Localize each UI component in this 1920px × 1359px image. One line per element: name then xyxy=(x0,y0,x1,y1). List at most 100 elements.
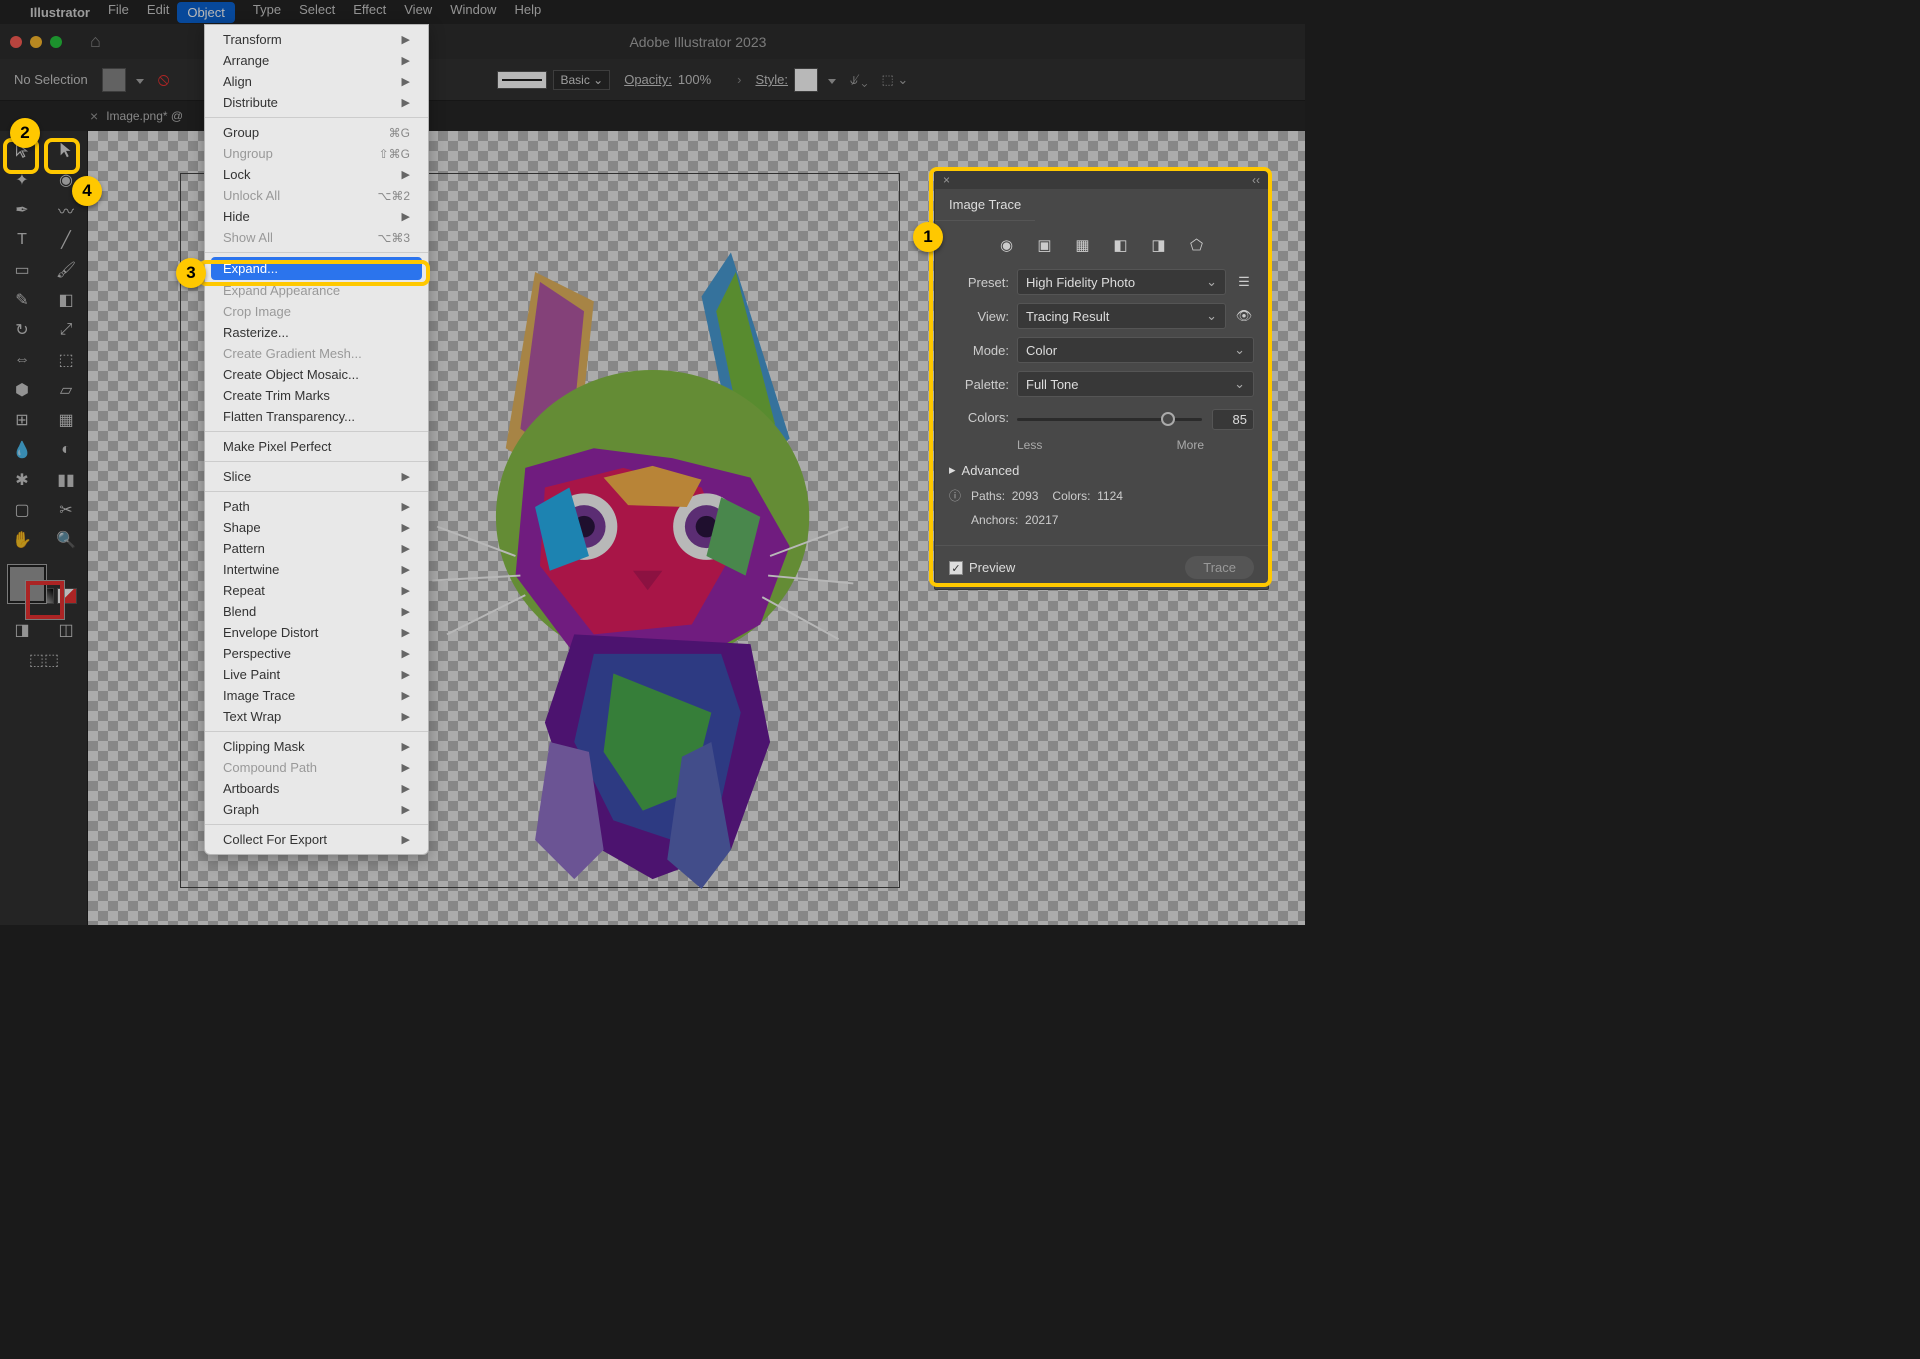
zoom-tool[interactable]: 🔍 xyxy=(46,525,86,555)
menu-item-collect-for-export[interactable]: Collect For Export▶ xyxy=(205,829,428,850)
column-graph-tool[interactable]: ▮▮ xyxy=(46,465,86,495)
edit-toolbar-icon[interactable]: ⬚⬚ xyxy=(2,645,86,675)
menu-edit[interactable]: Edit xyxy=(147,2,169,23)
menu-item-shape[interactable]: Shape▶ xyxy=(205,517,428,538)
preview-checkbox[interactable]: ✓Preview xyxy=(949,560,1015,576)
style-dropdown-icon[interactable] xyxy=(824,72,836,87)
direct-selection-tool[interactable] xyxy=(46,135,86,165)
menu-item-text-wrap[interactable]: Text Wrap▶ xyxy=(205,706,428,727)
menu-item-lock[interactable]: Lock▶ xyxy=(205,164,428,185)
menu-item-make-pixel-perfect[interactable]: Make Pixel Perfect xyxy=(205,436,428,457)
align-icon[interactable]: ⫝̸ ⌄ xyxy=(850,72,867,88)
menu-item-arrange[interactable]: Arrange▶ xyxy=(205,50,428,71)
colors-slider[interactable] xyxy=(1017,418,1202,421)
preset-menu-icon[interactable]: ☰ xyxy=(1234,274,1254,290)
width-tool[interactable]: ⇔ xyxy=(2,345,42,375)
opacity-value[interactable]: 100% xyxy=(678,72,711,87)
menu-item-transform[interactable]: Transform▶ xyxy=(205,29,428,50)
menu-item-artboards[interactable]: Artboards▶ xyxy=(205,778,428,799)
eraser-tool[interactable]: ◧ xyxy=(46,285,86,315)
preset-outline-icon[interactable]: ⬠ xyxy=(1187,235,1207,255)
mode-select[interactable]: Color xyxy=(1017,337,1254,363)
menu-item-path[interactable]: Path▶ xyxy=(205,496,428,517)
menu-item-expand[interactable]: Expand... xyxy=(211,257,422,280)
menu-item-create-object-mosaic[interactable]: Create Object Mosaic... xyxy=(205,364,428,385)
menu-effect[interactable]: Effect xyxy=(353,2,386,23)
hand-tool[interactable]: ✋ xyxy=(2,525,42,555)
menu-object[interactable]: Object xyxy=(177,2,235,23)
stroke-preview[interactable] xyxy=(497,71,547,89)
menu-item-image-trace[interactable]: Image Trace▶ xyxy=(205,685,428,706)
menu-item-flatten-transparency[interactable]: Flatten Transparency... xyxy=(205,406,428,427)
magic-wand-tool[interactable]: ✦ xyxy=(2,165,42,195)
menu-file[interactable]: File xyxy=(108,2,129,23)
rotate-tool[interactable]: ↻ xyxy=(2,315,42,345)
menu-item-group[interactable]: Group⌘G xyxy=(205,122,428,143)
shaper-tool[interactable]: ✎ xyxy=(2,285,42,315)
free-transform-tool[interactable]: ⬚ xyxy=(46,345,86,375)
preset-3color-icon[interactable]: ▦ xyxy=(1073,235,1093,255)
perspective-tool[interactable]: ▱ xyxy=(46,375,86,405)
tab-close-icon[interactable]: × xyxy=(90,108,98,124)
image-trace-tab[interactable]: Image Trace xyxy=(935,189,1035,221)
line-tool[interactable]: ╱ xyxy=(46,225,86,255)
menu-item-pattern[interactable]: Pattern▶ xyxy=(205,538,428,559)
eyedropper-tool[interactable]: 💧 xyxy=(2,435,42,465)
menu-item-repeat[interactable]: Repeat▶ xyxy=(205,580,428,601)
menu-type[interactable]: Type xyxy=(253,2,281,23)
menu-item-live-paint[interactable]: Live Paint▶ xyxy=(205,664,428,685)
minimize-button[interactable] xyxy=(30,36,42,48)
menu-item-graph[interactable]: Graph▶ xyxy=(205,799,428,820)
fill-swatch[interactable] xyxy=(102,68,126,92)
preset-select[interactable]: High Fidelity Photo xyxy=(1017,269,1226,295)
no-stroke-icon[interactable]: ⦸ xyxy=(158,69,170,90)
artboard-tool[interactable]: ▢ xyxy=(2,495,42,525)
slice-tool[interactable]: ✂ xyxy=(46,495,86,525)
preset-grayscale-icon[interactable]: ◨ xyxy=(1149,235,1169,255)
fill-dropdown-icon[interactable] xyxy=(132,72,144,87)
fill-stroke-picker[interactable] xyxy=(2,561,86,629)
document-tab[interactable]: Image.png* @ xyxy=(106,109,183,123)
stroke-color[interactable] xyxy=(26,581,64,619)
pathfinder-icon[interactable]: ⬚ ⌄ xyxy=(881,72,908,88)
menu-select[interactable]: Select xyxy=(299,2,335,23)
shape-builder-tool[interactable]: ⬢ xyxy=(2,375,42,405)
preset-photo-icon[interactable]: ▣ xyxy=(1035,235,1055,255)
menu-item-distribute[interactable]: Distribute▶ xyxy=(205,92,428,113)
menu-item-perspective[interactable]: Perspective▶ xyxy=(205,643,428,664)
menu-item-create-trim-marks[interactable]: Create Trim Marks xyxy=(205,385,428,406)
type-tool[interactable]: T xyxy=(2,225,42,255)
menu-item-clipping-mask[interactable]: Clipping Mask▶ xyxy=(205,736,428,757)
menu-help[interactable]: Help xyxy=(514,2,541,23)
palette-select[interactable]: Full Tone xyxy=(1017,371,1254,397)
stroke-style-select[interactable]: Basic ⌄ xyxy=(553,70,610,90)
menu-item-align[interactable]: Align▶ xyxy=(205,71,428,92)
view-eye-icon[interactable]: 👁 xyxy=(1234,308,1254,324)
paintbrush-tool[interactable]: 🖌 xyxy=(46,255,86,285)
mesh-tool[interactable]: ⊞ xyxy=(2,405,42,435)
menu-item-slice[interactable]: Slice▶ xyxy=(205,466,428,487)
preset-auto-icon[interactable]: ◉ xyxy=(997,235,1017,255)
rectangle-tool[interactable]: ▭ xyxy=(2,255,42,285)
menu-item-intertwine[interactable]: Intertwine▶ xyxy=(205,559,428,580)
scale-tool[interactable]: ⤢ xyxy=(46,315,86,345)
menu-view[interactable]: View xyxy=(404,2,432,23)
maximize-button[interactable] xyxy=(50,36,62,48)
colors-value[interactable]: 85 xyxy=(1212,409,1254,430)
preset-6color-icon[interactable]: ◧ xyxy=(1111,235,1131,255)
pen-tool[interactable]: ✒ xyxy=(2,195,42,225)
opacity-more-icon[interactable]: › xyxy=(737,72,741,87)
menu-item-hide[interactable]: Hide▶ xyxy=(205,206,428,227)
style-swatch[interactable] xyxy=(794,68,818,92)
menu-item-blend[interactable]: Blend▶ xyxy=(205,601,428,622)
panel-close-icon[interactable]: × xyxy=(943,173,950,187)
gradient-tool[interactable]: ▦ xyxy=(46,405,86,435)
home-icon[interactable]: ⌂ xyxy=(90,31,101,52)
close-button[interactable] xyxy=(10,36,22,48)
menu-item-envelope-distort[interactable]: Envelope Distort▶ xyxy=(205,622,428,643)
symbol-sprayer-tool[interactable]: ✱ xyxy=(2,465,42,495)
panel-collapse-icon[interactable]: ‹‹ xyxy=(1252,173,1260,187)
menu-item-rasterize[interactable]: Rasterize... xyxy=(205,322,428,343)
view-select[interactable]: Tracing Result xyxy=(1017,303,1226,329)
trace-button[interactable]: Trace xyxy=(1185,556,1254,579)
